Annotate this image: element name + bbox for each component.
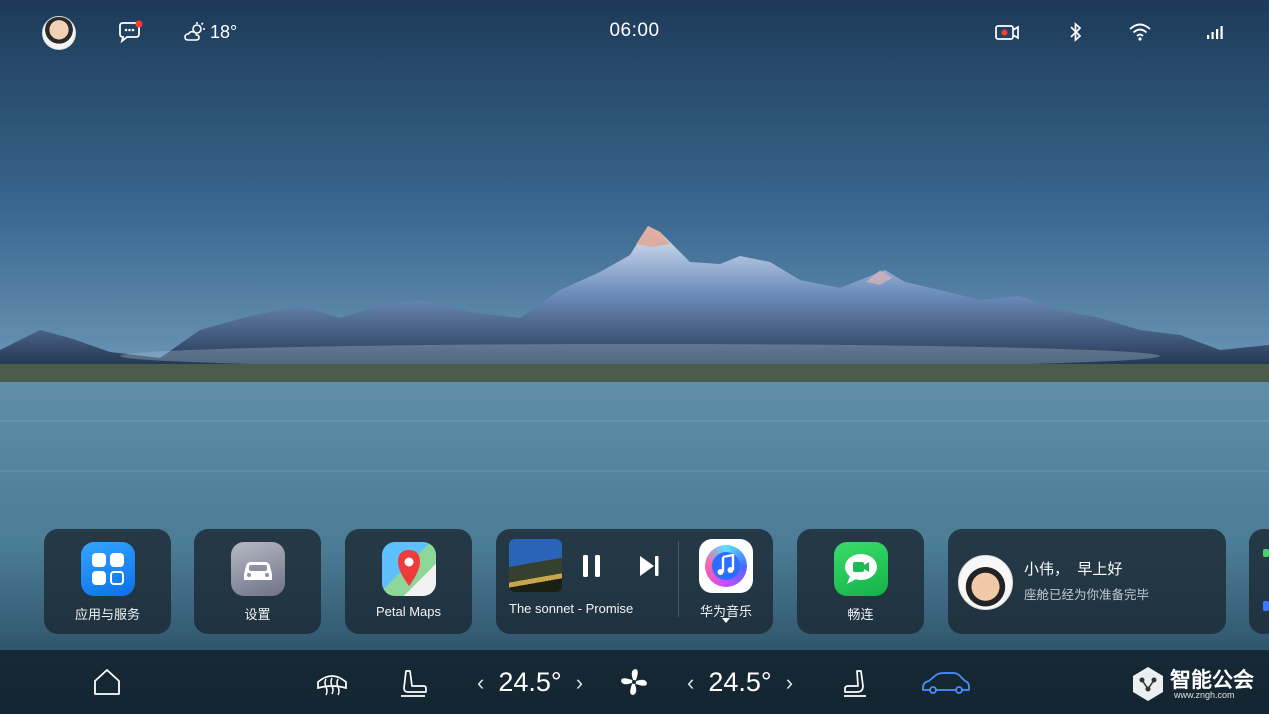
right-temp-decrease[interactable]: ‹ xyxy=(687,670,694,696)
signal-icon xyxy=(1207,26,1223,39)
map-pin-icon xyxy=(381,542,436,596)
petal-maps-label: Petal Maps xyxy=(375,604,442,619)
left-temp-increase[interactable]: › xyxy=(576,670,583,696)
media-player-card[interactable]: The sonnet - Promise 华为音乐 xyxy=(496,529,773,634)
pause-icon[interactable] xyxy=(580,553,604,579)
divider xyxy=(678,541,679,617)
changlian-label: 畅连 xyxy=(847,607,874,622)
greeting-subtitle: 座舱已经为你准备完毕 xyxy=(1024,588,1150,602)
car-icon[interactable] xyxy=(920,670,972,696)
next-track-icon[interactable] xyxy=(637,554,661,578)
left-temperature-control: ‹ 24.5° › xyxy=(477,667,583,698)
home-icon[interactable] xyxy=(92,667,122,697)
apps-services-label: 应用与服务 xyxy=(74,607,140,622)
apps-services-tile[interactable]: 应用与服务 xyxy=(44,529,171,634)
settings-tile[interactable]: 设置 xyxy=(194,529,321,634)
next-card-peek[interactable] xyxy=(1249,529,1269,634)
settings-label: 设置 xyxy=(244,607,271,622)
track-title: The sonnet - Promise xyxy=(509,601,634,616)
video-call-icon xyxy=(833,542,888,596)
watermark: 智能公会 www.zngh.com xyxy=(1128,662,1268,706)
car-settings-icon xyxy=(230,542,285,596)
huawei-music-app-icon[interactable] xyxy=(699,539,753,593)
fan-icon[interactable] xyxy=(619,667,649,697)
left-temperature: 24.5° xyxy=(498,667,562,697)
seat-heat-icon[interactable] xyxy=(398,668,428,698)
user-avatar xyxy=(958,555,1013,610)
watermark-logo-icon xyxy=(1133,667,1163,701)
bluetooth-icon[interactable] xyxy=(1063,20,1089,44)
album-art xyxy=(509,539,562,592)
greeting-card[interactable]: 小伟， 早上好 座舱已经为你准备完毕 xyxy=(948,529,1226,634)
apps-grid-icon xyxy=(80,542,135,596)
seat-icon[interactable] xyxy=(841,668,871,698)
watermark-url: www.zngh.com xyxy=(1174,690,1235,700)
greeting-title: 小伟， 早上好 xyxy=(1024,561,1123,578)
right-temp-increase[interactable]: › xyxy=(786,670,793,696)
wifi-icon[interactable] xyxy=(1127,20,1153,44)
defrost-icon[interactable] xyxy=(315,668,349,698)
dashcam-record-icon[interactable] xyxy=(994,20,1020,44)
changlian-tile[interactable]: 畅连 xyxy=(797,529,924,634)
status-bar: 18° 06:00 xyxy=(0,0,1269,64)
petal-maps-tile[interactable]: Petal Maps xyxy=(345,529,472,634)
caret-down-icon[interactable] xyxy=(722,618,730,624)
right-temperature-control: ‹ 24.5° › xyxy=(687,667,793,698)
left-temp-decrease[interactable]: ‹ xyxy=(477,670,484,696)
right-temperature: 24.5° xyxy=(708,667,772,697)
